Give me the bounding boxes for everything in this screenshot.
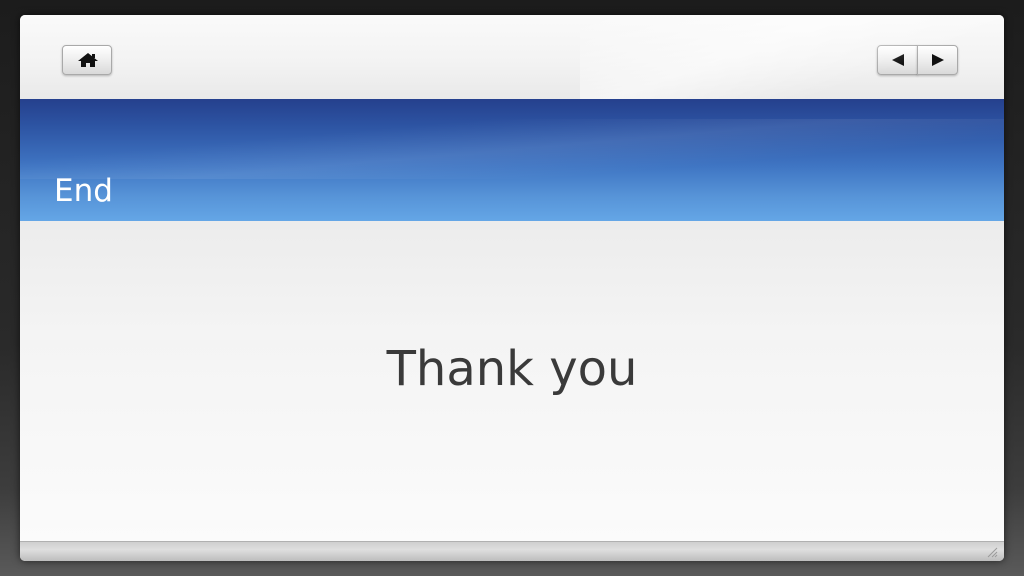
- next-slide-button[interactable]: [917, 45, 958, 75]
- home-button[interactable]: [62, 45, 112, 75]
- title-band: [20, 99, 1004, 221]
- slide-pager: [877, 45, 959, 75]
- slide-title: End: [54, 173, 113, 209]
- triangle-left-icon: [892, 54, 904, 66]
- home-icon: [78, 53, 98, 67]
- slide-toolbar: [20, 15, 1004, 99]
- triangle-right-icon: [932, 54, 944, 66]
- previous-slide-button[interactable]: [877, 45, 918, 75]
- slide-body-text: Thank you: [386, 341, 638, 397]
- resize-grip-icon[interactable]: [986, 546, 998, 558]
- slide: End Thank you: [20, 15, 1004, 561]
- slide-content: Thank you: [20, 221, 1004, 541]
- slide-footer-bar: [20, 541, 1004, 561]
